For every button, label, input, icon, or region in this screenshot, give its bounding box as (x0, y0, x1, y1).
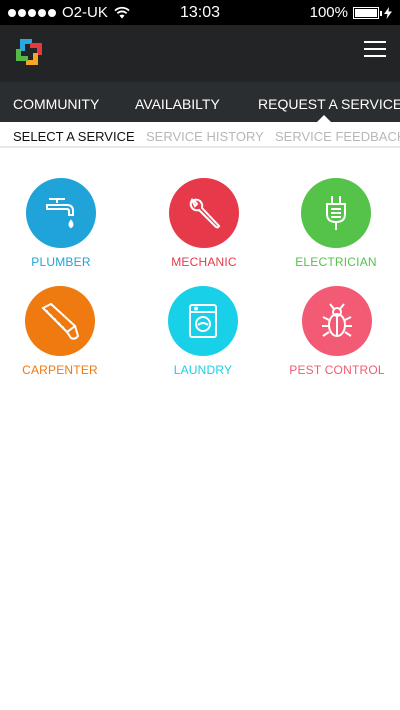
battery-percent: 100% (309, 4, 348, 21)
saw-icon (41, 302, 80, 340)
service-pest-control[interactable]: PEST CONTROL (277, 286, 397, 377)
status-bar: O2-UK 13:03 100% (0, 0, 400, 25)
mechanic-circle (169, 178, 239, 248)
nav-request-service[interactable]: REQUEST A SERVICE (258, 96, 400, 112)
laundry-circle (168, 286, 238, 356)
service-label: ELECTRICIAN (295, 255, 377, 269)
nav-availability[interactable]: AVAILABILTY (135, 96, 220, 112)
electrician-circle (301, 178, 371, 248)
washing-machine-icon (189, 304, 217, 338)
faucet-icon (46, 198, 74, 229)
pest-control-circle (302, 286, 372, 356)
app-header (0, 25, 400, 82)
carpenter-circle (25, 286, 95, 356)
service-mechanic[interactable]: MECHANIC (144, 178, 264, 269)
service-electrician[interactable]: ELECTRICIAN (276, 178, 396, 269)
app-logo-icon[interactable] (12, 35, 46, 69)
service-label: PLUMBER (31, 255, 91, 269)
charging-icon (384, 6, 392, 19)
plug-icon (326, 196, 346, 230)
plumber-circle (26, 178, 96, 248)
main-nav: COMMUNITY AVAILABILTY REQUEST A SERVICE (0, 82, 400, 122)
service-carpenter[interactable]: CARPENTER (0, 286, 120, 377)
service-label: CARPENTER (22, 363, 98, 377)
battery-icon (353, 6, 382, 19)
service-label: PEST CONTROL (289, 363, 385, 377)
tab-service-history[interactable]: SERVICE HISTORY (146, 129, 264, 144)
wrench-icon (189, 197, 221, 229)
service-plumber[interactable]: PLUMBER (1, 178, 121, 269)
service-label: LAUNDRY (173, 363, 233, 377)
tab-service-feedback[interactable]: SERVICE FEEDBACK (275, 129, 400, 144)
bug-icon (322, 303, 352, 337)
service-label: MECHANIC (171, 255, 237, 269)
hamburger-menu-icon[interactable] (364, 41, 386, 59)
battery-info: 100% (310, 4, 392, 21)
nav-selected-indicator (317, 115, 331, 122)
service-laundry[interactable]: LAUNDRY (143, 286, 263, 377)
tab-select-service[interactable]: SELECT A SERVICE (13, 129, 135, 144)
nav-community[interactable]: COMMUNITY (13, 96, 99, 112)
sub-tabs: SELECT A SERVICE SERVICE HISTORY SERVICE… (0, 122, 400, 148)
